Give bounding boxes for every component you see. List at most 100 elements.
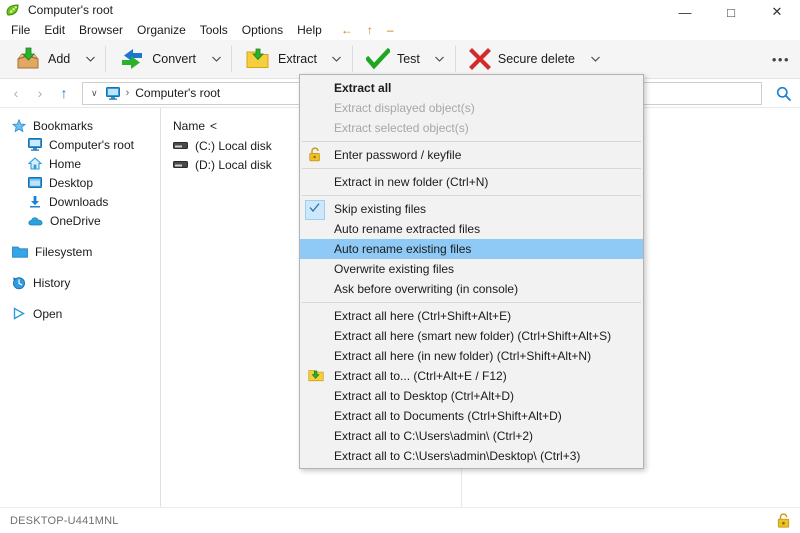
folder-icon xyxy=(12,245,28,258)
menu-tools[interactable]: Tools xyxy=(193,21,235,39)
sidebar-item-downloads[interactable]: Downloads xyxy=(0,192,160,211)
extract-dropdown-caret[interactable] xyxy=(326,42,348,76)
back-arrow-icon[interactable]: ← xyxy=(335,22,359,38)
menu-separator xyxy=(302,195,641,196)
extract-button[interactable]: Extract xyxy=(236,42,326,76)
menu-file[interactable]: File xyxy=(4,21,37,39)
menu-item-extract-all-to-users-admin-desktop[interactable]: Extract all to C:\Users\admin\Desktop\ (… xyxy=(300,446,643,466)
menu-browser[interactable]: Browser xyxy=(72,21,130,39)
column-header-name-label: Name xyxy=(173,119,205,133)
secure-delete-button[interactable]: Secure delete xyxy=(460,42,584,76)
convert-button[interactable]: Convert xyxy=(110,42,205,76)
padlock-icon[interactable] xyxy=(777,513,790,528)
menu-organize[interactable]: Organize xyxy=(130,21,193,39)
title-bar: Computer's root — □ ✕ xyxy=(0,0,800,20)
drive-icon xyxy=(173,159,188,170)
menu-item-extract-all-here-in-new-folder[interactable]: Extract all here (in new folder) (Ctrl+S… xyxy=(300,346,643,366)
close-button[interactable]: ✕ xyxy=(754,0,800,24)
sidebar-item-open[interactable]: Open xyxy=(0,304,160,323)
menu-item-extract-all-to[interactable]: Extract all to... (Ctrl+Alt+E / F12) xyxy=(300,366,643,386)
menu-options[interactable]: Options xyxy=(235,21,290,39)
menu-item-extract-all-here-smart-new-folder[interactable]: Extract all here (smart new folder) (Ctr… xyxy=(300,326,643,346)
search-button[interactable] xyxy=(766,80,800,106)
menu-item-skip-existing-files[interactable]: Skip existing files xyxy=(300,199,643,219)
toolbar-separator xyxy=(105,46,106,72)
menu-edit[interactable]: Edit xyxy=(37,21,72,39)
peazip-icon xyxy=(6,4,20,17)
nav-forward-button[interactable]: › xyxy=(28,81,52,105)
cloud-icon xyxy=(28,215,43,227)
menu-item-extract-all-to-documents[interactable]: Extract all to Documents (Ctrl+Shift+Alt… xyxy=(300,406,643,426)
minus-glyph-icon[interactable]: – xyxy=(381,22,400,38)
breadcrumb-dropdown-caret[interactable]: ∨ xyxy=(87,88,102,99)
history-clock-icon xyxy=(12,276,26,290)
convert-arrows-icon xyxy=(119,47,145,71)
sidebar-item-bookmarks[interactable]: Bookmarks xyxy=(0,116,160,135)
secure-delete-x-icon xyxy=(469,48,491,70)
sidebar-label: Open xyxy=(33,307,62,321)
search-icon xyxy=(776,86,791,101)
test-button-label: Test xyxy=(397,52,420,66)
test-dropdown-caret[interactable] xyxy=(429,42,451,76)
sidebar-item-filesystem[interactable]: Filesystem xyxy=(0,242,160,261)
menubar-nav-group: ← ↑ – xyxy=(335,22,400,38)
extract-folder-icon xyxy=(245,47,271,71)
window-controls: — □ ✕ xyxy=(662,0,800,24)
menu-item-extract-selected-objects: Extract selected object(s) xyxy=(300,118,643,138)
nav-back-button[interactable]: ‹ xyxy=(4,81,28,105)
download-icon xyxy=(28,195,42,208)
sidebar-spacer xyxy=(0,261,160,273)
sidebar-label: Computer's root xyxy=(49,138,134,152)
star-icon xyxy=(12,119,26,133)
menu-item-extract-in-new-folder[interactable]: Extract in new folder (Ctrl+N) xyxy=(300,172,643,192)
toolbar-overflow-button[interactable]: ••• xyxy=(772,52,790,67)
sidebar-spacer xyxy=(0,292,160,304)
menu-item-ask-before-overwriting[interactable]: Ask before overwriting (in console) xyxy=(300,279,643,299)
maximize-button[interactable]: □ xyxy=(708,0,754,24)
nav-up-button[interactable]: ↑ xyxy=(52,81,76,105)
sidebar-label: Downloads xyxy=(49,195,108,209)
test-button[interactable]: Test xyxy=(357,42,429,76)
menu-item-overwrite-existing-files[interactable]: Overwrite existing files xyxy=(300,259,643,279)
sidebar-label: History xyxy=(33,276,70,290)
toolbar-separator xyxy=(455,46,456,72)
menu-separator xyxy=(302,168,641,169)
toolbar-separator xyxy=(231,46,232,72)
padlock-icon xyxy=(308,147,324,163)
menu-item-label: Enter password / keyfile xyxy=(334,148,461,162)
sidebar-item-computers-root[interactable]: Computer's root xyxy=(0,135,160,154)
menu-item-extract-all-here[interactable]: Extract all here (Ctrl+Shift+Alt+E) xyxy=(300,306,643,326)
sidebar-item-home[interactable]: Home xyxy=(0,154,160,173)
sidebar-spacer xyxy=(0,230,160,242)
machine-name-label: DESKTOP-U441MNL xyxy=(10,515,119,527)
add-box-icon xyxy=(15,47,41,71)
home-icon xyxy=(28,157,42,170)
up-arrow-icon[interactable]: ↑ xyxy=(361,22,379,38)
secure-delete-dropdown-caret[interactable] xyxy=(584,42,606,76)
menu-item-label: Extract all to... (Ctrl+Alt+E / F12) xyxy=(334,369,507,383)
add-button-label: Add xyxy=(48,52,70,66)
sidebar-item-desktop[interactable]: Desktop xyxy=(0,173,160,192)
file-name: (D:) Local disk xyxy=(195,158,272,172)
toolbar-separator xyxy=(352,46,353,72)
convert-dropdown-caret[interactable] xyxy=(205,42,227,76)
sidebar-label: Desktop xyxy=(49,176,93,190)
file-name: (C:) Local disk xyxy=(195,139,272,153)
add-button[interactable]: Add xyxy=(6,42,79,76)
menu-item-extract-all-to-users-admin[interactable]: Extract all to C:\Users\admin\ (Ctrl+2) xyxy=(300,426,643,446)
minimize-button[interactable]: — xyxy=(662,0,708,24)
add-dropdown-caret[interactable] xyxy=(79,42,101,76)
toolbar-group-extract: Extract xyxy=(236,40,348,78)
sidebar-item-history[interactable]: History xyxy=(0,273,160,292)
menu-item-extract-all[interactable]: Extract all xyxy=(300,78,643,98)
menu-item-extract-all-to-desktop[interactable]: Extract all to Desktop (Ctrl+Alt+D) xyxy=(300,386,643,406)
sidebar-item-onedrive[interactable]: OneDrive xyxy=(0,211,160,230)
play-triangle-icon xyxy=(12,307,26,320)
menu-item-auto-rename-extracted-files[interactable]: Auto rename extracted files xyxy=(300,219,643,239)
extract-to-icon xyxy=(308,368,324,384)
menu-help[interactable]: Help xyxy=(290,21,329,39)
menu-item-enter-password-keyfile[interactable]: Enter password / keyfile xyxy=(300,145,643,165)
drive-icon xyxy=(173,140,188,151)
menu-item-auto-rename-existing-files[interactable]: Auto rename existing files xyxy=(300,239,643,259)
convert-button-label: Convert xyxy=(152,52,196,66)
